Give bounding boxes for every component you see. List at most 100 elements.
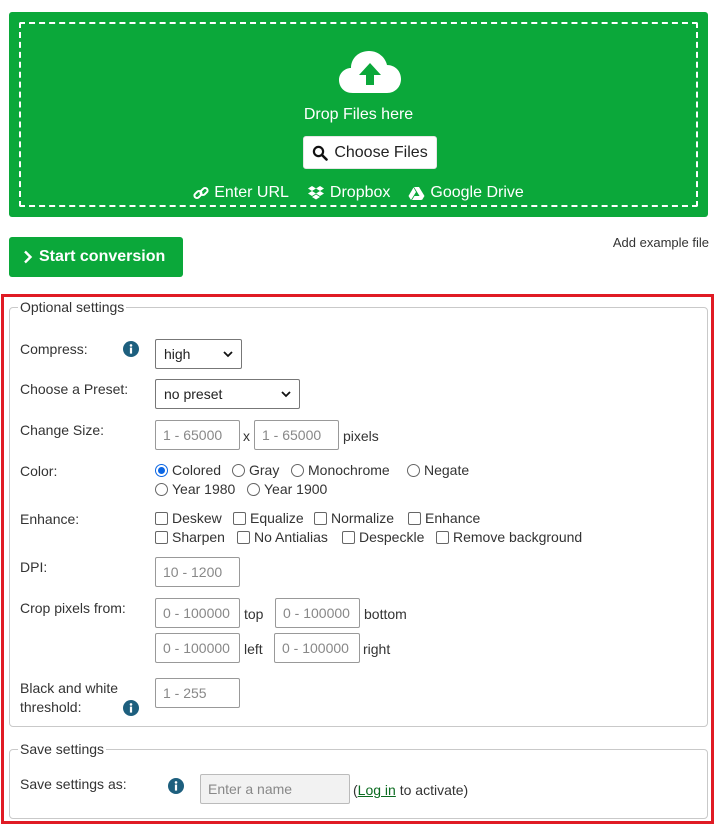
color-option-colored[interactable]: Colored xyxy=(155,462,221,478)
login-note: (Log in to activate) xyxy=(353,781,468,799)
compress-value: high xyxy=(164,346,191,362)
crop-top-text: top xyxy=(244,606,264,622)
google-drive-icon xyxy=(408,186,425,200)
enhance-option-equalize[interactable]: Equalize xyxy=(233,510,304,526)
radio-year-1980[interactable] xyxy=(155,482,168,496)
enhance-option-label: Despeckle xyxy=(359,529,425,545)
radio-gray[interactable] xyxy=(232,463,245,477)
preset-value: no preset xyxy=(164,386,223,402)
threshold-input[interactable]: 1 - 255 xyxy=(155,678,240,708)
google-drive-label: Google Drive xyxy=(430,184,524,201)
preset-select[interactable]: no preset xyxy=(155,379,300,409)
enhance-option-enhance[interactable]: Enhance xyxy=(408,510,480,526)
checkbox-sharpen[interactable] xyxy=(155,530,168,544)
enhance-label: Enhance: xyxy=(20,511,80,527)
color-option-label: Year 1980 xyxy=(172,481,236,497)
change-size-label: Change Size: xyxy=(20,422,105,438)
checkbox-deskew[interactable] xyxy=(155,511,168,525)
color-option-negate[interactable]: Negate xyxy=(407,462,469,478)
chevron-down-icon xyxy=(281,390,291,397)
start-conversion-label: Start conversion xyxy=(39,248,166,265)
enhance-option-label: Equalize xyxy=(250,510,304,526)
compress-label: Compress: xyxy=(20,341,88,357)
info-icon[interactable] xyxy=(123,341,139,357)
enhance-option-label: No Antialias xyxy=(254,529,328,545)
enhance-option-label: Enhance xyxy=(425,510,481,526)
save-settings-label: Save settings as: xyxy=(20,776,127,792)
crop-bottom-input[interactable]: 0 - 100000 xyxy=(275,598,360,628)
enhance-option-despeckle[interactable]: Despeckle xyxy=(342,529,424,545)
radio-monochrome[interactable] xyxy=(291,463,304,477)
optional-settings-legend: Optional settings xyxy=(20,299,125,315)
enhance-option-label: Normalize xyxy=(331,510,395,526)
radio-year-1900[interactable] xyxy=(247,482,260,496)
dropbox-label: Dropbox xyxy=(329,184,391,201)
link-icon xyxy=(193,186,209,200)
width-input[interactable]: 1 - 65000 xyxy=(155,420,240,450)
start-conversion-button[interactable]: Start conversion xyxy=(9,237,183,277)
enhance-option-remove-background[interactable]: Remove background xyxy=(436,529,582,545)
color-option-label: Monochrome xyxy=(308,462,390,478)
enter-url-label: Enter URL xyxy=(214,184,289,201)
radio-colored[interactable] xyxy=(155,463,168,477)
checkbox-despeckle[interactable] xyxy=(342,530,355,544)
preset-label: Choose a Preset: xyxy=(20,381,129,397)
log-in-link[interactable]: Log in xyxy=(358,782,396,798)
crop-top-input[interactable]: 0 - 100000 xyxy=(155,598,240,628)
login-suffix: to activate) xyxy=(395,782,469,798)
enhance-option-label: Deskew xyxy=(172,510,222,526)
checkbox-enhance[interactable] xyxy=(408,511,421,525)
checkbox-equalize[interactable] xyxy=(233,511,246,525)
checkbox-normalize[interactable] xyxy=(314,511,327,525)
color-option-monochrome[interactable]: Monochrome xyxy=(291,462,390,478)
threshold-label-line1: Black and white xyxy=(20,680,119,696)
dropbox-icon xyxy=(307,186,324,200)
size-x-separator: x xyxy=(243,428,250,444)
color-option-year-1980[interactable]: Year 1980 xyxy=(155,481,235,497)
crop-left-input[interactable]: 0 - 100000 xyxy=(155,633,240,663)
checkbox-remove-background[interactable] xyxy=(436,530,449,544)
crop-left-text: left xyxy=(244,641,263,657)
file-drop-area[interactable]: Drop Files here Choose Files Enter URL D… xyxy=(9,12,708,217)
search-icon xyxy=(313,145,329,161)
color-option-label: Gray xyxy=(249,462,280,478)
cloud-upload-icon xyxy=(339,51,401,93)
color-option-gray[interactable]: Gray xyxy=(232,462,279,478)
info-icon[interactable] xyxy=(123,700,139,716)
enhance-option-no-antialias[interactable]: No Antialias xyxy=(237,529,328,545)
color-option-label: Year 1900 xyxy=(264,481,328,497)
color-label: Color: xyxy=(20,463,58,479)
size-unit-text: pixels xyxy=(343,428,379,444)
enhance-option-sharpen[interactable]: Sharpen xyxy=(155,529,225,545)
save-name-input[interactable]: Enter a name xyxy=(200,774,350,804)
crop-right-text: right xyxy=(363,641,391,657)
dpi-input[interactable]: 10 - 1200 xyxy=(155,557,240,587)
drop-zone-border: Drop Files here Choose Files Enter URL D… xyxy=(19,22,698,207)
checkbox-no-antialias[interactable] xyxy=(237,530,250,544)
chevron-down-icon xyxy=(223,350,233,357)
enter-url-link[interactable]: Enter URL xyxy=(193,184,289,202)
color-option-year-1900[interactable]: Year 1900 xyxy=(247,481,327,497)
compress-select[interactable]: high xyxy=(155,339,242,369)
info-icon[interactable] xyxy=(168,778,184,794)
dropbox-link[interactable]: Dropbox xyxy=(307,184,390,202)
drop-files-text: Drop Files here xyxy=(303,106,414,123)
height-input[interactable]: 1 - 65000 xyxy=(254,420,339,450)
crop-right-input[interactable]: 0 - 100000 xyxy=(274,633,360,663)
radio-negate[interactable] xyxy=(407,463,420,477)
enhance-option-label: Sharpen xyxy=(172,529,225,545)
enhance-option-deskew[interactable]: Deskew xyxy=(155,510,222,526)
choose-files-button[interactable]: Choose Files xyxy=(303,136,437,169)
enhance-option-label: Remove background xyxy=(453,529,583,545)
color-option-label: Colored xyxy=(172,462,222,478)
crop-label: Crop pixels from: xyxy=(20,600,126,616)
threshold-label-line2: threshold: xyxy=(20,699,82,715)
color-option-label: Negate xyxy=(424,462,470,478)
save-settings-legend: Save settings xyxy=(20,741,105,757)
upload-sources: Enter URL Dropbox Google Drive xyxy=(21,184,696,202)
add-example-file-link[interactable]: Add example file xyxy=(613,235,709,250)
enhance-option-normalize[interactable]: Normalize xyxy=(314,510,394,526)
google-drive-link[interactable]: Google Drive xyxy=(408,184,524,202)
choose-files-label: Choose Files xyxy=(334,143,428,161)
crop-bottom-text: bottom xyxy=(364,606,407,622)
